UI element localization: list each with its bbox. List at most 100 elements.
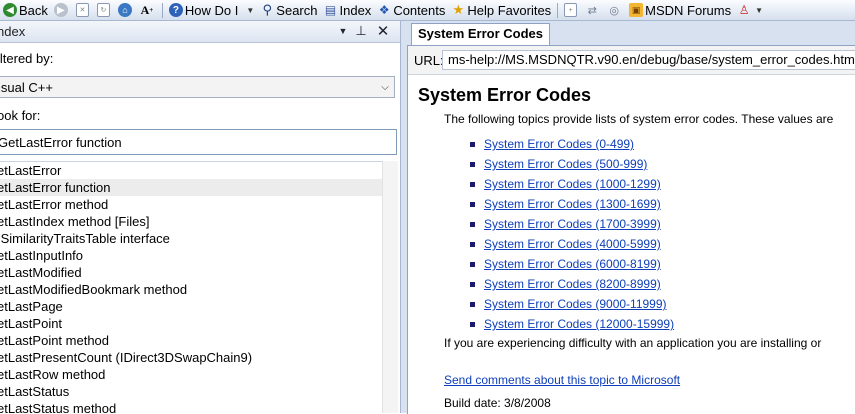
url-label: URL: [414, 53, 444, 68]
chevron-down-icon: ⌵ [381, 81, 389, 93]
list-item[interactable]: etLastModifiedBookmark method [0, 281, 382, 298]
list-item[interactable]: etLastError method [0, 196, 382, 213]
back-arrow-icon: ◀ [3, 3, 17, 17]
how-do-i-label: How Do I [184, 2, 239, 18]
build-date: Build date: 3/8/2008 [444, 396, 551, 410]
how-do-i-dropdown[interactable]: ▼ [241, 1, 257, 19]
list-item[interactable]: ISimilarityTraitsTable interface [0, 230, 382, 247]
add-to-favorites-icon: + [564, 3, 578, 17]
font-size-icon: A + [140, 2, 154, 17]
index-button[interactable]: ▤ Index [321, 1, 375, 19]
error-codes-link[interactable]: System Error Codes (0-499) [484, 137, 634, 151]
intro-text: The following topics provide lists of sy… [444, 112, 834, 126]
error-codes-link[interactable]: System Error Codes (1300-1699) [484, 197, 661, 211]
error-codes-link[interactable]: System Error Codes (6000-8199) [484, 257, 661, 271]
star-icon: ★ [452, 2, 465, 17]
home-globe-icon: ⌂ [117, 3, 132, 17]
refresh-button[interactable]: ↻ [94, 1, 115, 19]
error-codes-link[interactable]: System Error Codes (4000-5999) [484, 237, 661, 251]
back-button[interactable]: ◀ Back [0, 1, 51, 19]
home-button[interactable]: ⌂ [115, 1, 137, 19]
help-favorites-button[interactable]: ★ Help Favorites [448, 1, 554, 19]
font-size-button[interactable]: A + [137, 1, 159, 19]
document-tab-strip: System Error Codes [401, 21, 855, 45]
list-item-selected[interactable]: etLastError function [0, 179, 382, 196]
bullet-icon [470, 182, 475, 187]
list-item[interactable]: etLastModified [0, 264, 382, 281]
error-codes-link[interactable]: System Error Codes (9000-11999) [484, 297, 667, 311]
stop-button[interactable]: ✕ [73, 1, 94, 19]
ask-question-button[interactable]: ◎ [604, 1, 626, 19]
list-item: System Error Codes (9000-11999) [470, 294, 674, 314]
url-bar: URL: ms-help://MS.MSDNQTR.v90.en/debug/b… [408, 46, 855, 75]
list-item[interactable]: etLastPresentCount (IDirect3DSwapChain9) [0, 349, 382, 366]
forward-button[interactable]: ▶ [51, 1, 73, 19]
index-list-scrollbar[interactable] [382, 161, 398, 413]
bullet-icon [470, 202, 475, 207]
filter-value: isual C++ [0, 79, 53, 95]
question-icon: ◎ [609, 4, 619, 17]
list-item: System Error Codes (1300-1699) [470, 194, 674, 214]
list-item: System Error Codes (8200-8999) [470, 274, 674, 294]
index-results-list: etLastError etLastError function etLastE… [0, 161, 382, 414]
list-item[interactable]: etLastStatus method [0, 400, 382, 414]
msdn-forums-icon: ▣ [629, 3, 644, 17]
list-item[interactable]: etLastRow method [0, 366, 382, 383]
add-favorites-button[interactable]: + [561, 1, 582, 19]
chevron-down-icon: ▼ [755, 5, 764, 15]
list-item[interactable]: etLastPage [0, 298, 382, 315]
list-item[interactable]: etLastInputInfo [0, 247, 382, 264]
list-item: System Error Codes (1000-1299) [470, 174, 674, 194]
index-pane-header: ndex ▼ ⊥ ✕ [0, 21, 400, 43]
sync-contents-button[interactable]: ⇄ [582, 1, 604, 19]
sync-icon: ⇄ [587, 4, 597, 17]
bullet-icon [470, 282, 475, 287]
list-item: System Error Codes (6000-8199) [470, 254, 674, 274]
pane-options-dropdown[interactable]: ▼ [335, 26, 351, 36]
index-label: Index [339, 2, 372, 18]
msdn-forums-button[interactable]: ▣ MSDN Forums [626, 1, 734, 19]
feedback-link[interactable]: Send comments about this topic to Micros… [444, 373, 680, 387]
bullet-icon [470, 242, 475, 247]
tab-system-error-codes[interactable]: System Error Codes [411, 23, 550, 45]
contents-button[interactable]: ❖ Contents [374, 1, 448, 19]
main-toolbar: ◀ Back ▶ ✕ ↻ ⌂ A + ? How Do I ▼ ⚲ Search … [0, 0, 855, 21]
bullet-icon [470, 262, 475, 267]
toolbar-separator [161, 2, 163, 18]
pin-icon[interactable]: ⊥ [353, 23, 369, 39]
list-item: System Error Codes (12000-15999) [470, 314, 674, 334]
chevron-down-icon: ▼ [246, 5, 255, 15]
bullet-icon [470, 142, 475, 147]
troubleshooting-text: If you are experiencing difficulty with … [444, 336, 822, 350]
close-icon[interactable]: ✕ [375, 22, 391, 40]
error-codes-link[interactable]: System Error Codes (500-999) [484, 157, 647, 171]
look-for-input[interactable]: GetLastError function [0, 129, 397, 155]
error-codes-link[interactable]: System Error Codes (8200-8999) [484, 277, 661, 291]
back-label: Back [19, 2, 48, 18]
list-item[interactable]: etLastStatus [0, 383, 382, 400]
forward-arrow-icon: ▶ [53, 3, 68, 17]
document-pane: System Error Codes URL: ms-help://MS.MSD… [401, 21, 855, 414]
list-item[interactable]: etLastError [0, 162, 382, 179]
error-codes-link[interactable]: System Error Codes (1000-1299) [484, 177, 661, 191]
list-item[interactable]: etLastPoint method [0, 332, 382, 349]
list-item[interactable]: etLastPoint [0, 315, 382, 332]
how-do-i-button[interactable]: ? How Do I [166, 1, 241, 19]
community-button[interactable]: ♙ ▼ [734, 1, 766, 19]
index-pane: ndex ▼ ⊥ ✕ iltered by: isual C++ ⌵ ook f… [0, 21, 401, 414]
document-body: URL: ms-help://MS.MSDNQTR.v90.en/debug/b… [407, 45, 855, 414]
bullet-icon [470, 222, 475, 227]
bullet-icon [470, 302, 475, 307]
url-input[interactable]: ms-help://MS.MSDNQTR.v90.en/debug/base/s… [442, 50, 855, 70]
error-codes-link[interactable]: System Error Codes (1700-3999) [484, 217, 661, 231]
error-code-link-list: System Error Codes (0-499) System Error … [470, 134, 674, 334]
bullet-icon [470, 322, 475, 327]
filter-select[interactable]: isual C++ ⌵ [0, 76, 395, 98]
stop-icon: ✕ [75, 3, 89, 17]
list-item[interactable]: etLastIndex method [Files] [0, 213, 382, 230]
error-codes-link[interactable]: System Error Codes (12000-15999) [484, 317, 674, 331]
search-icon: ⚲ [262, 2, 273, 17]
person-icon: ♙ [738, 3, 750, 17]
msdn-forums-label: MSDN Forums [645, 2, 732, 18]
search-button[interactable]: ⚲ Search [257, 1, 320, 19]
